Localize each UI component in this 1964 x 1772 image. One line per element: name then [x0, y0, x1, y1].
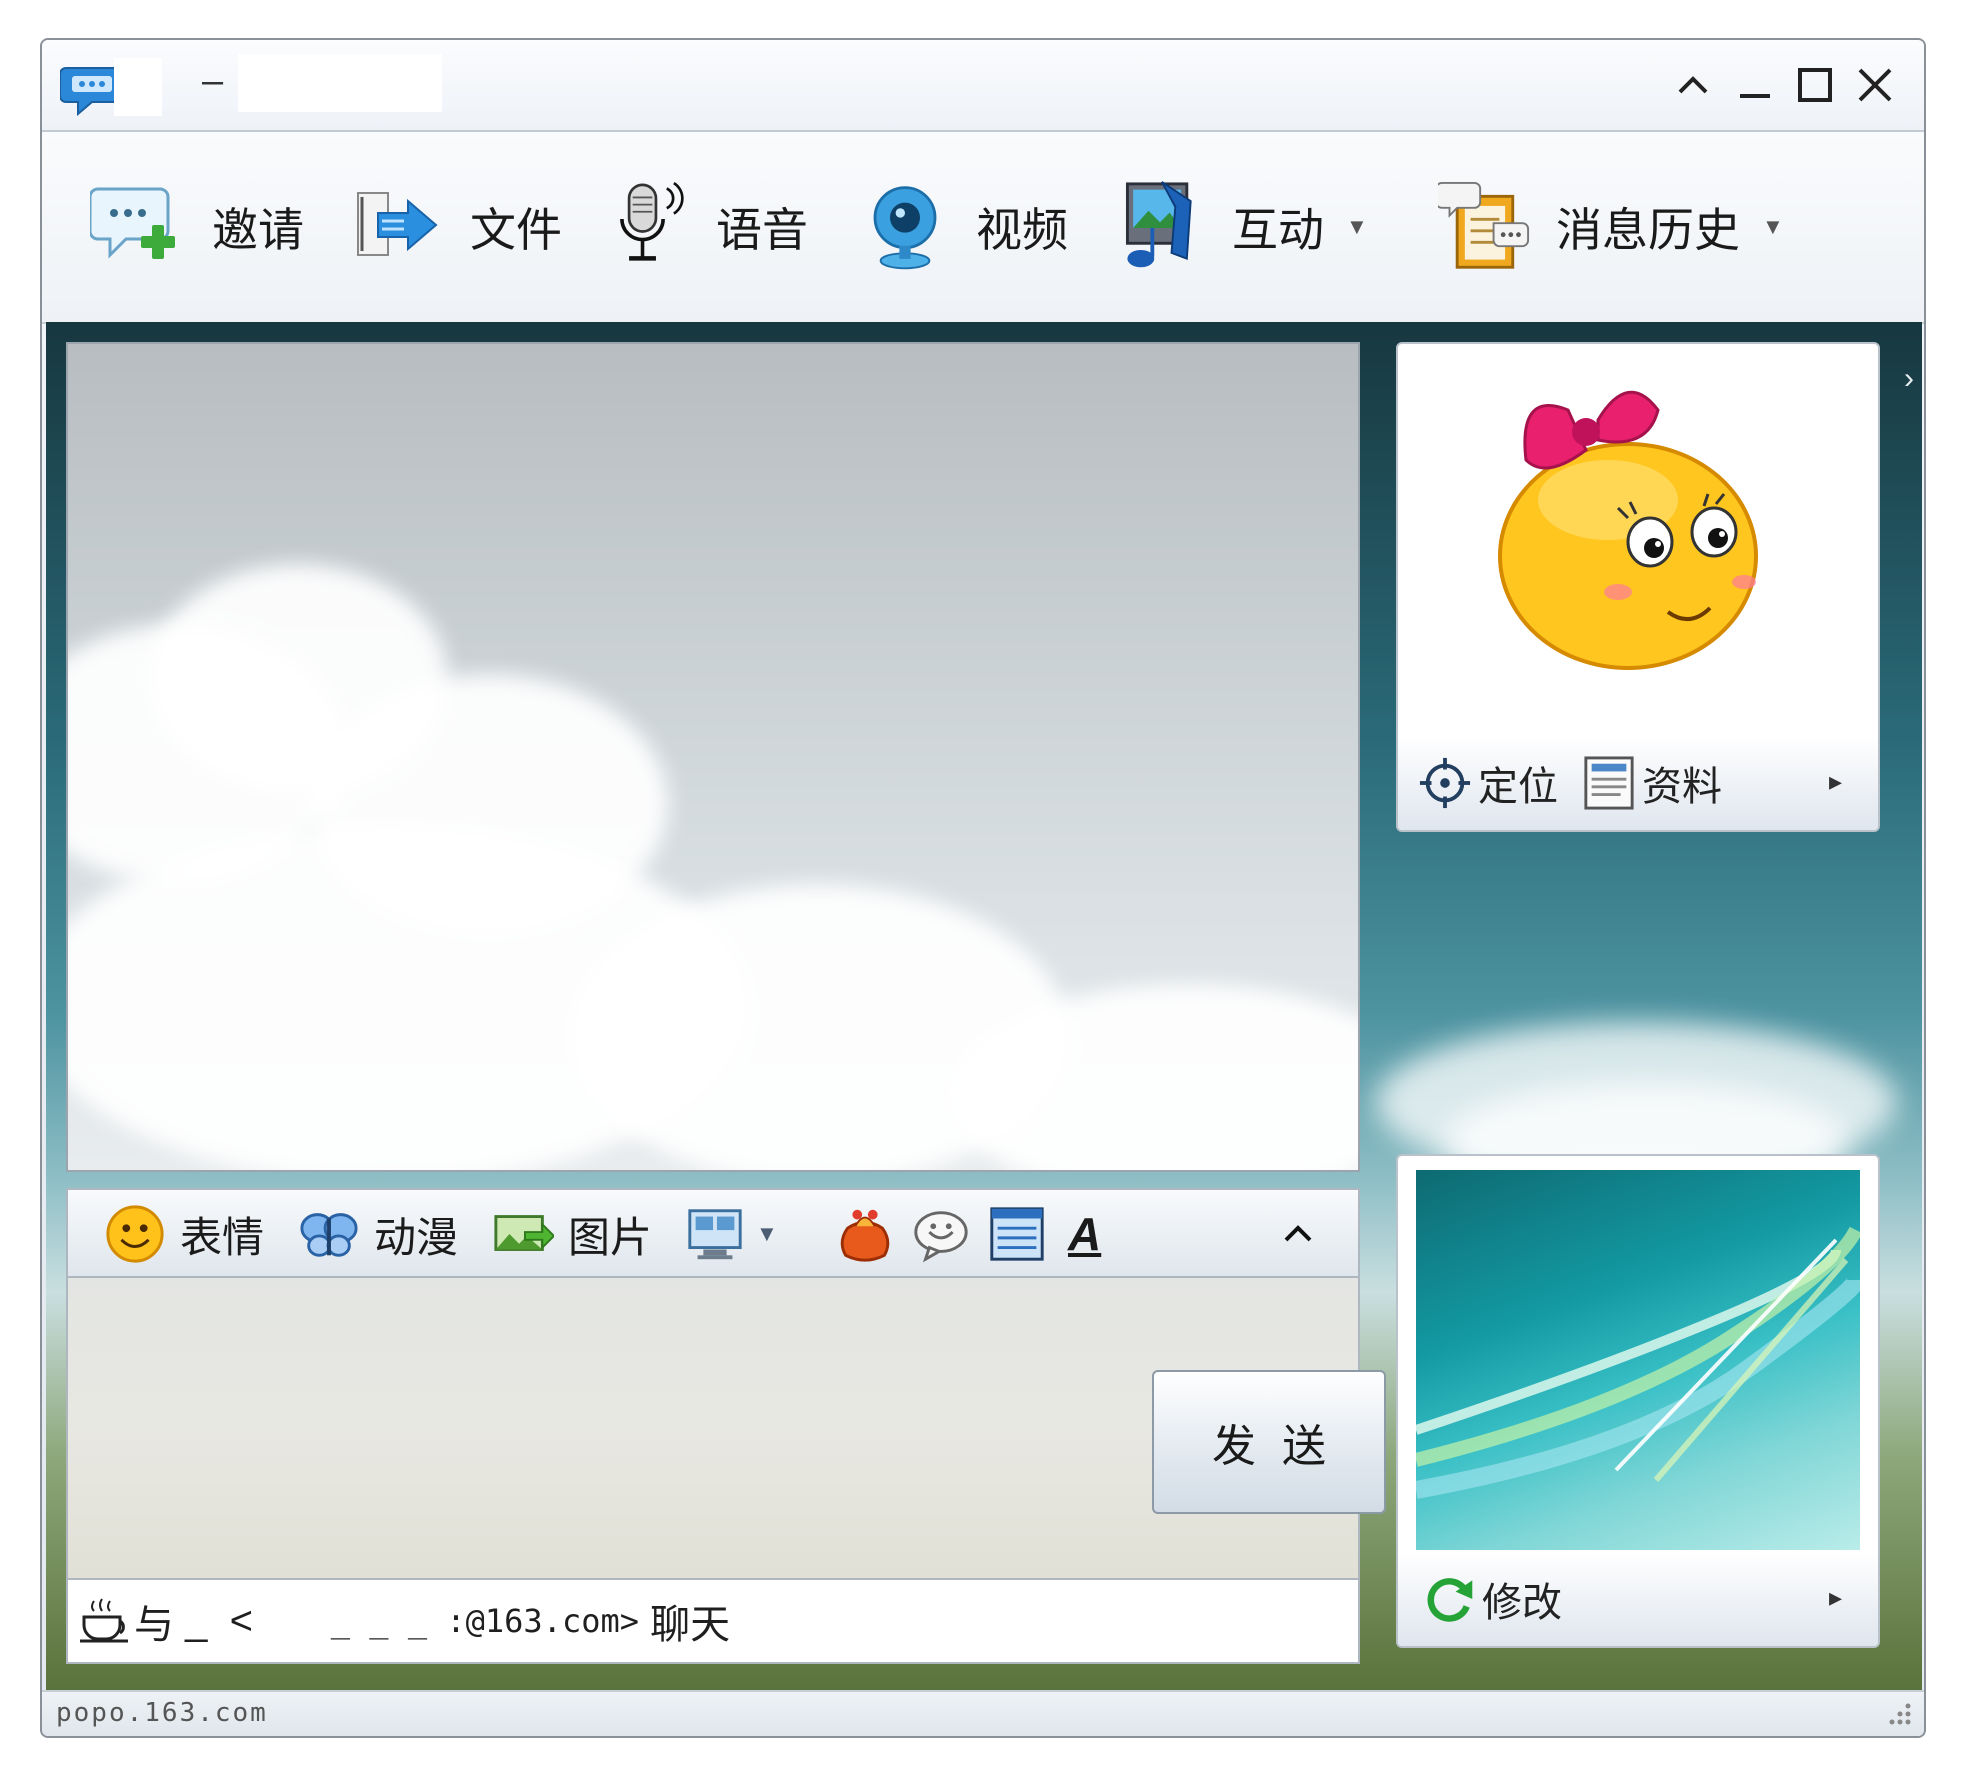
microphone-icon — [620, 181, 684, 261]
video-button[interactable]: 视频 — [860, 162, 1068, 292]
my-avatar-panel: 修改 ▸ — [1396, 1154, 1880, 1648]
gift-button[interactable] — [834, 1202, 896, 1266]
status-contact-name: _ < — [174, 1598, 331, 1643]
modify-button[interactable]: 修改 — [1424, 1570, 1562, 1628]
maximize-button[interactable] — [1788, 58, 1842, 112]
my-avatar-image[interactable] — [1416, 1170, 1860, 1550]
history-dropdown-icon[interactable]: ▼ — [1762, 214, 1784, 240]
file-transfer-icon — [357, 192, 438, 256]
emoticon-label: 表情 — [180, 1213, 265, 1261]
anime-label: 动漫 — [374, 1213, 459, 1261]
status-bar: popo.163.com — [42, 1690, 1924, 1736]
site-url-link[interactable]: popo.163.com — [56, 1698, 268, 1728]
resize-grip-icon[interactable] — [1884, 1698, 1914, 1728]
my-panel-footer: 修改 ▸ — [1398, 1552, 1878, 1646]
minimize-button[interactable] — [1728, 58, 1782, 112]
chat-style-button[interactable] — [910, 1202, 972, 1266]
invite-button[interactable]: 邀请 — [90, 162, 304, 292]
message-history-area[interactable] — [66, 342, 1360, 1172]
tea-cup-icon — [80, 1598, 128, 1643]
profile-card-icon — [1584, 756, 1634, 810]
locate-label: 定位 — [1478, 765, 1558, 809]
collapse-button[interactable] — [1666, 58, 1720, 112]
invite-icon — [90, 187, 175, 259]
main-toolbar: 邀请 文件 语音 视频 互动 ▼ 消息历史 ▼ — [42, 132, 1924, 324]
title-separator: – — [202, 60, 224, 102]
input-toolbar: 表情 动漫 图片 ▼ A — [66, 1188, 1360, 1278]
contact-avatar-panel: 定位 资料 ▸ — [1396, 342, 1880, 832]
history-button[interactable]: 消息历史 ▼ — [1438, 162, 1784, 292]
contact-more-arrow-icon[interactable]: ▸ — [1829, 766, 1842, 797]
window-bg-icon — [990, 1207, 1044, 1261]
screenshot-icon — [688, 1209, 742, 1260]
chat-content: 表情 动漫 图片 ▼ A 发送 与 _ < _ _ _:@163.com> 聊… — [46, 322, 1922, 1708]
aurora-wallpaper — [1416, 1226, 1860, 1499]
font-button[interactable]: A — [1068, 1202, 1101, 1266]
status-suffix: 聊天 — [639, 1603, 731, 1647]
chat-window: – 邀请 文件 语音 视频 互动 ▼ 消息历史 ▼ 表情 动漫 图片 ▼ A 发… — [40, 38, 1926, 1738]
picture-button[interactable]: 图片 — [492, 1202, 652, 1266]
gift-bag-icon — [840, 1209, 890, 1262]
chat-status-line: 与 _ < _ _ _ :@163.com> 聊天 — [66, 1578, 1360, 1664]
status-prefix: 与 — [134, 1603, 174, 1647]
side-panel-toggle-icon[interactable]: › — [1904, 362, 1914, 396]
title-redacted-2 — [238, 54, 442, 112]
video-label: 视频 — [976, 204, 1068, 256]
interact-dropdown-icon[interactable]: ▼ — [1346, 214, 1368, 240]
font-icon: A — [1068, 1208, 1102, 1260]
anime-button[interactable]: 动漫 — [298, 1202, 458, 1266]
voice-label: 语音 — [716, 204, 808, 256]
screenshot-button[interactable]: ▼ — [684, 1202, 778, 1266]
contact-avatar[interactable] — [1468, 360, 1788, 680]
background-button[interactable] — [986, 1202, 1048, 1266]
profile-label: 资料 — [1642, 765, 1722, 809]
self-more-arrow-icon[interactable]: ▸ — [1829, 1582, 1842, 1613]
profile-button[interactable]: 资料 — [1582, 754, 1722, 812]
file-label: 文件 — [470, 204, 562, 256]
interact-label: 互动 — [1232, 204, 1324, 256]
locate-button[interactable]: 定位 — [1418, 754, 1558, 812]
picture-label: 图片 — [568, 1213, 653, 1261]
butterfly-icon — [300, 1213, 358, 1257]
interact-icon — [1125, 181, 1192, 268]
speech-bubble-icon — [914, 1211, 968, 1263]
webcam-icon — [873, 186, 937, 270]
emoticon-button[interactable]: 表情 — [104, 1202, 264, 1266]
screenshot-dropdown-icon[interactable]: ▼ — [756, 1221, 778, 1247]
invite-label: 邀请 — [212, 204, 304, 256]
voice-button[interactable]: 语音 — [604, 162, 808, 292]
status-contact-email: _ _ _ :@163.com> — [330, 1602, 639, 1640]
refresh-icon — [1427, 1578, 1473, 1622]
chevron-up-icon — [1284, 1225, 1312, 1242]
file-button[interactable]: 文件 — [348, 162, 562, 292]
modify-label: 修改 — [1482, 1581, 1562, 1625]
collapse-toolbar-button[interactable] — [1278, 1202, 1318, 1266]
message-history-icon — [1438, 181, 1530, 269]
close-button[interactable] — [1848, 58, 1902, 112]
smiley-icon — [106, 1205, 164, 1263]
title-bar: – — [42, 40, 1924, 132]
interact-button[interactable]: 互动 ▼ — [1114, 162, 1368, 292]
crosshair-icon — [1419, 757, 1471, 809]
title-redacted-1 — [114, 58, 162, 116]
send-button[interactable]: 发送 — [1152, 1370, 1386, 1514]
picture-icon — [494, 1215, 554, 1251]
history-label: 消息历史 — [1556, 204, 1740, 256]
contact-panel-footer: 定位 资料 ▸ — [1398, 736, 1878, 830]
